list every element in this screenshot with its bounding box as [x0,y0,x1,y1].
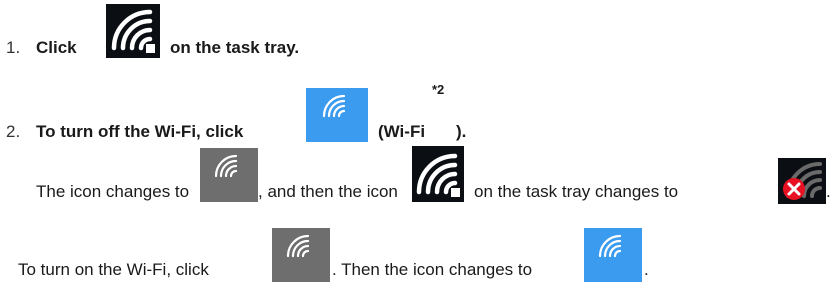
footnote-2: *2 [432,82,445,97]
line-4-period: . [644,260,649,279]
step-1-number: 1. [6,38,21,57]
step-2-text-before: To turn off the Wi-Fi, click [36,122,244,141]
step-1-text-before: Click [36,38,77,57]
wifi-quick-action-off-icon[interactable] [200,148,258,202]
line-3-text-1: The icon changes to [36,182,190,201]
wifi-disabled-tray-icon [778,158,826,204]
step-1-text-after: on the task tray. [170,38,300,57]
line-3-text-2: , and then the icon [258,182,398,201]
line-4-text-1: To turn on the Wi-Fi, click [18,260,209,279]
wifi-quick-action-on-icon[interactable] [306,88,368,142]
step-2-number: 2. [6,122,21,141]
wifi-quick-action-on-icon [584,228,642,282]
wifi-tray-icon [412,146,464,202]
step-2-text-after: (Wi-Fi [378,122,426,141]
line-4-text-2: . Then the icon changes to [332,260,533,279]
line-3-text-3: on the task tray changes to [474,182,679,201]
step-2-text-close: ). [456,122,467,141]
line-3-period: . [826,182,831,201]
wifi-quick-action-off-icon[interactable] [272,228,330,282]
wifi-tray-icon[interactable] [106,4,160,58]
